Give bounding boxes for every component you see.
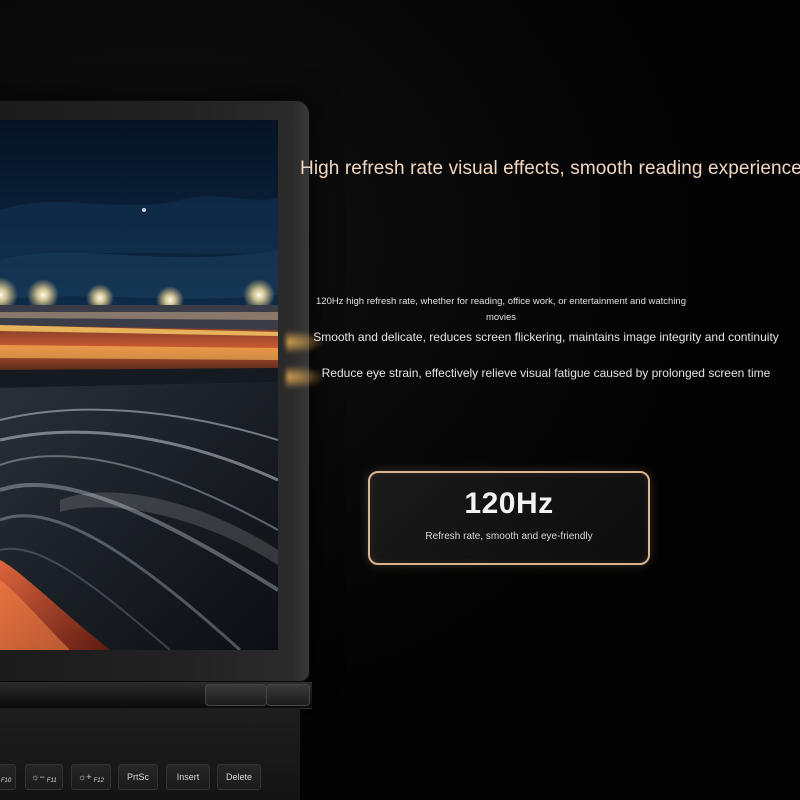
badge-value: 120Hz bbox=[464, 487, 554, 520]
key-label: F12 bbox=[93, 778, 104, 784]
headline: High refresh rate visual effects, smooth… bbox=[300, 158, 800, 179]
laptop-screen-image bbox=[0, 120, 278, 650]
description-refresh-rate: 120Hz high refresh rate, whether for rea… bbox=[316, 296, 686, 323]
key-label: F11 bbox=[46, 778, 57, 784]
key-delete: Delete bbox=[217, 764, 261, 790]
key-prtsc: PrtSc bbox=[118, 764, 158, 790]
key-label: Delete bbox=[225, 772, 252, 782]
laptop-hinge bbox=[205, 684, 267, 706]
key-f12: ☼+ F12 bbox=[71, 764, 111, 790]
key-label: F10 bbox=[0, 778, 12, 784]
refresh-rate-badge: 120Hz Refresh rate, smooth and eye-frien… bbox=[368, 471, 650, 565]
description-smoothness: Smooth and delicate, reduces screen flic… bbox=[313, 330, 779, 344]
badge-caption: Refresh rate, smooth and eye-friendly bbox=[425, 531, 593, 542]
key-label: PrtSc bbox=[126, 772, 149, 782]
key-f10: F10 bbox=[0, 764, 16, 790]
product-banner: F10 ☼− F11 ☼+ F12 PrtSc Insert Delete Hi… bbox=[0, 0, 800, 800]
key-label: Insert bbox=[176, 772, 200, 782]
description-eye-strain: Reduce eye strain, effectively relieve v… bbox=[321, 366, 771, 380]
laptop-hinge bbox=[266, 684, 310, 706]
laptop-lid bbox=[0, 100, 310, 682]
key-insert: Insert bbox=[166, 764, 210, 790]
key-f11: ☼− F11 bbox=[25, 764, 63, 790]
brightness-down-icon: ☼− bbox=[31, 772, 45, 782]
brightness-up-icon: ☼+ bbox=[78, 772, 92, 782]
